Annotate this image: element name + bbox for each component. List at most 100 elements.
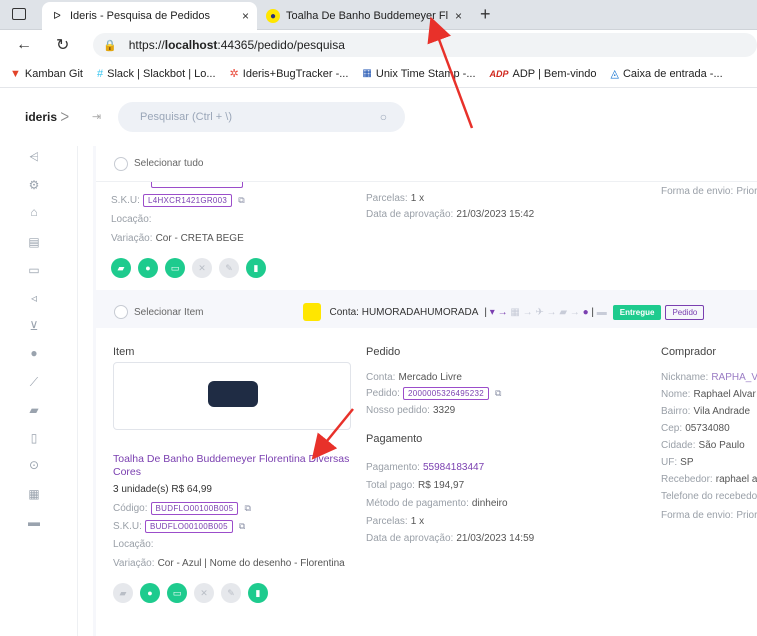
payment-section-title: Pagamento	[366, 433, 423, 445]
tab-title: Toalha De Banho Buddemeyer Fl	[286, 10, 449, 22]
shipping-value: Priori	[736, 186, 757, 197]
document-action-icon[interactable]: ▮	[246, 258, 266, 278]
tab-ideris[interactable]: ᐅ Ideris - Pesquisa de Pedidos ×	[42, 2, 257, 30]
card-action-icon[interactable]: ▭	[165, 258, 185, 278]
method-row: Método de pagamento: dinheiro	[366, 497, 508, 509]
chat-action-icon[interactable]: ●	[140, 583, 160, 603]
order-row: Pedido: 2000005326495232 ⧉	[366, 387, 501, 400]
select-all-bar: Selecionar tudo	[96, 146, 757, 182]
magnify-icon[interactable]: ⊙	[26, 458, 42, 472]
account-value: Mercado Livre	[398, 372, 462, 383]
sku-label: S.K.U:	[113, 521, 142, 532]
installments-label: Parcelas:	[366, 193, 408, 204]
mercadolivre-favicon-icon: ●	[266, 9, 280, 23]
nick-row: Nickname: RAPHA_V	[661, 371, 757, 383]
district-label: Bairro:	[661, 406, 691, 417]
truck-icon[interactable]: ▰	[26, 403, 42, 417]
close-tab-icon[interactable]: ×	[242, 9, 249, 23]
cancel-action-icon[interactable]: ✕	[192, 258, 212, 278]
order-header: Selecionar Item Conta: HUMORADAHUMORADA …	[96, 296, 757, 328]
tab-title: Ideris - Pesquisa de Pedidos	[70, 10, 211, 22]
address-bar-row: ← ↻ 🔒 https://localhost:44365/pedido/pes…	[0, 30, 757, 60]
bookmark-label: Unix Time Stamp -...	[375, 67, 476, 80]
bookmark-mail[interactable]: ◬ Caixa de entrada -...	[611, 67, 723, 81]
our-order-row: Nosso pedido: 3329	[366, 404, 455, 416]
bank-icon[interactable]: ▤	[26, 235, 42, 249]
url-field[interactable]: 🔒 https://localhost:44365/pedido/pesquis…	[93, 33, 757, 57]
collapse-arrow-icon[interactable]: ⇥	[92, 110, 101, 123]
bookmark-bugtracker[interactable]: ✲ Ideris+BugTracker -...	[229, 67, 349, 81]
cancel-action-icon[interactable]: ✕	[194, 583, 214, 603]
chart-icon[interactable]: ⟋	[26, 375, 42, 389]
back-arrow-icon[interactable]: ←	[16, 36, 32, 54]
invoice-icon[interactable]: ▯	[26, 431, 42, 445]
calculator-icon[interactable]: ▦	[26, 487, 42, 501]
search-icon[interactable]: ○	[380, 110, 387, 124]
ideris-favicon-icon: ᐅ	[53, 10, 61, 22]
cep-value: 05734080	[685, 423, 730, 434]
document-action-icon[interactable]: ▮	[248, 583, 268, 603]
bookmark-kamban[interactable]: ▼ Kamban Git	[10, 68, 83, 80]
location-label: Locação:	[113, 539, 154, 550]
code-row: Código: BUDFLO00100B005 ⧉	[113, 502, 251, 515]
tab-product[interactable]: ● Toalha De Banho Buddemeyer Fl ×	[258, 2, 470, 30]
copy-icon[interactable]: ⧉	[238, 195, 244, 206]
card-action-icon[interactable]: ▭	[167, 583, 187, 603]
district-row: Bairro: Vila Andrade	[661, 405, 750, 417]
location-label: Locação:	[111, 214, 152, 225]
sku-chip: BUDFLO00100B005	[144, 520, 233, 533]
gear-icon[interactable]: ⚙	[26, 178, 42, 192]
select-all-checkbox[interactable]	[114, 156, 128, 171]
code-chip: BUDFLO00100B005	[150, 502, 239, 515]
nick-link[interactable]: RAPHA_V	[711, 372, 757, 383]
account-label: Conta: HUMORADAHUMORADA	[329, 306, 479, 318]
megaphone-icon[interactable]: ◃	[26, 291, 42, 305]
tool-action-icon[interactable]: ✎	[221, 583, 241, 603]
truck-action-icon[interactable]: ▰	[113, 583, 133, 603]
shipping-row: Forma de envio: Priori	[661, 185, 757, 197]
reload-icon[interactable]: ↻	[56, 35, 69, 55]
nick-label: Nickname:	[661, 372, 709, 383]
close-tab-icon[interactable]: ×	[455, 9, 462, 23]
payment-link[interactable]: 55984183447	[423, 462, 484, 473]
share-icon[interactable]: ⩤	[26, 150, 42, 164]
copy-icon[interactable]: ⧉	[244, 503, 250, 514]
shipping-row: Forma de envio: Priori	[661, 509, 757, 521]
shipping-label: Forma de envio:	[661, 510, 734, 521]
bookmark-adp[interactable]: ADP ADP | Bem-vindo	[490, 68, 597, 80]
truck-action-icon[interactable]: ▰	[111, 258, 131, 278]
order-chip: 2000005326495232	[402, 387, 489, 400]
new-tab-button[interactable]: +	[480, 4, 491, 25]
product-name-link[interactable]: Toalha De Banho Buddemeyer Florentina Di…	[113, 453, 353, 479]
tool-action-icon[interactable]: ✎	[219, 258, 239, 278]
select-item-checkbox[interactable]	[114, 305, 128, 319]
cart-icon[interactable]: ⊻	[26, 319, 42, 333]
chat-icon[interactable]: ●	[26, 346, 42, 360]
payment-row: Pagamento: 55984183447	[366, 461, 484, 473]
product-image[interactable]	[113, 362, 351, 430]
bookmark-slack[interactable]: # Slack | Slackbot | Lo...	[97, 68, 216, 80]
sku-row: S.K.U: L4HXCR1421GR003 ⧉	[111, 194, 245, 207]
copy-icon[interactable]: ⧉	[495, 388, 501, 399]
archive-icon[interactable]: ▭	[26, 263, 42, 277]
bug-icon: ✲	[229, 68, 239, 80]
bookmark-label: Kamban Git	[24, 67, 83, 80]
order-section-title: Pedido	[366, 346, 401, 358]
previous-chip-fragment	[151, 182, 243, 188]
phone-label: Telefone do recebedor	[661, 491, 757, 502]
search-input[interactable]: Pesquisar (Ctrl + \) ○	[118, 102, 405, 132]
bookmarks-bar: ▼ Kamban Git # Slack | Slackbot | Lo... ✲ I…	[0, 60, 757, 88]
tab-overview-icon[interactable]	[12, 8, 26, 20]
chat-action-icon[interactable]: ●	[138, 258, 158, 278]
ticket-icon[interactable]: ▬	[26, 515, 42, 529]
bookmark-label: Ideris+BugTracker -...	[242, 67, 349, 80]
sku-chip: L4HXCR1421GR003	[142, 194, 233, 207]
status-badge: Entregue	[612, 304, 662, 320]
installments-row: Parcelas: 1 x	[366, 515, 424, 527]
name-label: Nome:	[661, 389, 691, 400]
approval-row: Data de aprovação: 21/03/2023 15:42	[366, 208, 534, 220]
store-icon[interactable]: ⌂	[26, 205, 42, 219]
bookmark-unix[interactable]: ▦ Unix Time Stamp -...	[362, 68, 475, 80]
copy-icon[interactable]: ⧉	[239, 521, 245, 532]
payment-label: Pagamento:	[366, 462, 420, 473]
